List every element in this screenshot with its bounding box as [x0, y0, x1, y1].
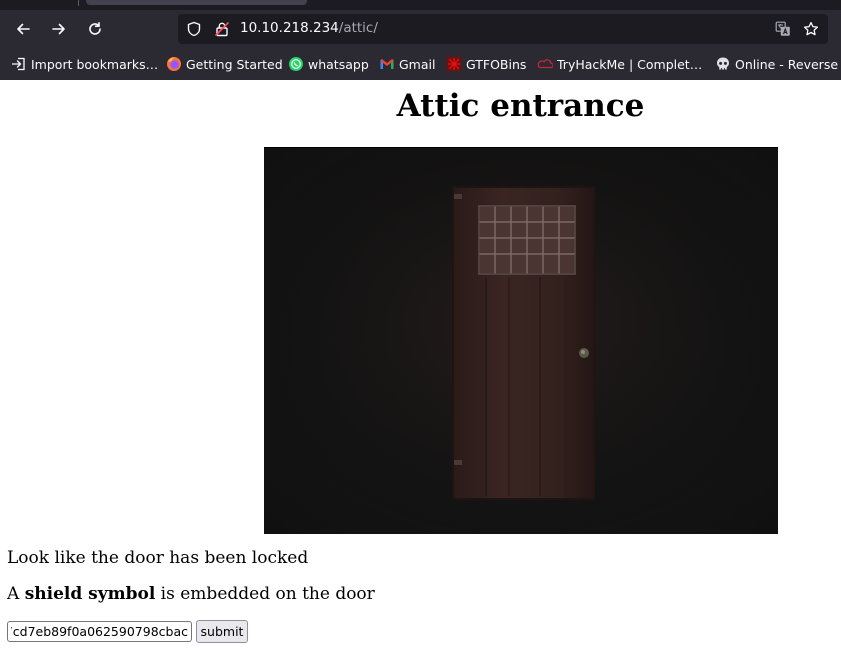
- url-host: 10.10.218.234: [240, 20, 339, 36]
- translate-icon[interactable]: [775, 21, 791, 37]
- url-path: /attic/: [338, 20, 378, 36]
- active-tab[interactable]: [86, 0, 307, 5]
- shield-description: A shield symbol is embedded on the door: [7, 584, 375, 604]
- bookmark-label: Import bookmarks…: [31, 56, 159, 72]
- forward-button[interactable]: [47, 17, 71, 41]
- reload-icon: [89, 22, 101, 35]
- navigation-toolbar: 10.10.218.234/attic/: [0, 10, 841, 48]
- gmail-icon: [379, 56, 395, 72]
- bookmark-getting-started[interactable]: Getting Started: [166, 55, 283, 73]
- url-text[interactable]: 10.10.218.234/attic/: [240, 20, 378, 36]
- attic-door-image: [264, 147, 778, 534]
- bookmark-star-icon[interactable]: [803, 21, 819, 37]
- gtfobins-icon: [446, 56, 462, 72]
- tab-separator: [78, 0, 79, 6]
- insecure-lock-icon[interactable]: [214, 21, 230, 37]
- submit-button[interactable]: submit: [196, 620, 248, 643]
- reload-button[interactable]: [83, 17, 107, 41]
- skull-icon: [715, 56, 731, 72]
- shield-symbol-bold: shield symbol: [24, 584, 156, 604]
- door-locked-text: Look like the door has been locked: [7, 548, 309, 568]
- bookmarks-toolbar: Import bookmarks… Getting Started whatsa…: [0, 48, 841, 80]
- answer-input[interactable]: [7, 621, 192, 642]
- page-title: Attic entrance: [396, 88, 645, 124]
- browser-chrome: 10.10.218.234/attic/ Import bookmarks… G…: [0, 0, 841, 80]
- url-bar[interactable]: 10.10.218.234/attic/: [178, 14, 828, 44]
- bookmark-label: TryHackMe | Complet…: [557, 56, 703, 72]
- door-illustration: [264, 148, 778, 533]
- page-content: Attic entrance Look like the door has be…: [0, 80, 841, 660]
- firefox-icon: [166, 56, 182, 72]
- back-arrow-icon: [17, 23, 30, 35]
- bookmark-gmail[interactable]: Gmail: [379, 55, 435, 73]
- forward-arrow-icon: [52, 23, 65, 35]
- import-icon: [11, 56, 27, 72]
- shield-prefix: A: [7, 584, 25, 604]
- bookmark-import[interactable]: Import bookmarks…: [11, 55, 158, 73]
- tryhackme-icon: [537, 56, 553, 72]
- bookmark-gtfobins[interactable]: GTFOBins: [446, 55, 526, 73]
- bookmark-reverse-shell[interactable]: Online - Reverse S: [715, 55, 841, 73]
- bookmark-label: Gmail: [399, 56, 436, 72]
- bookmark-label: Getting Started: [186, 56, 283, 72]
- back-button[interactable]: [11, 17, 35, 41]
- bookmark-label: Online - Reverse S: [735, 56, 841, 72]
- tab-strip: [0, 0, 841, 10]
- shield-suffix: is embedded on the door: [155, 584, 375, 604]
- bookmark-label: whatsapp: [308, 56, 369, 72]
- whatsapp-icon: [288, 56, 304, 72]
- bookmark-label: GTFOBins: [466, 56, 527, 72]
- bookmark-whatsapp[interactable]: whatsapp: [288, 55, 369, 73]
- bookmark-tryhackme[interactable]: TryHackMe | Complet…: [537, 55, 702, 73]
- tracking-protection-shield-icon[interactable]: [186, 21, 202, 37]
